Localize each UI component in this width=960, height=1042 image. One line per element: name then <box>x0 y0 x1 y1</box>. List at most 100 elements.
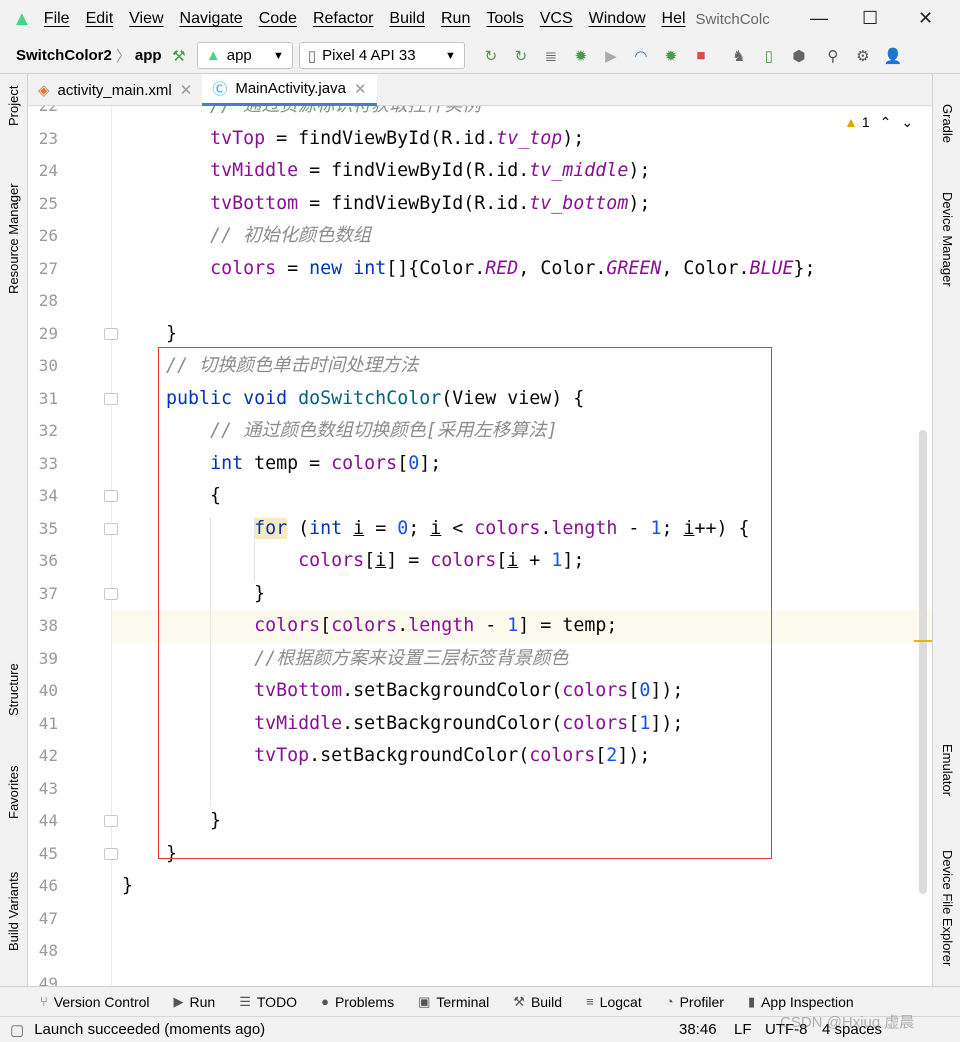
menu-tools[interactable]: Tools <box>482 10 527 28</box>
code-token: BLUE <box>749 257 794 279</box>
device-select[interactable]: ▯ Pixel 4 API 33 ▼ <box>298 42 465 69</box>
line-number: 24 <box>38 161 58 180</box>
line-separator[interactable]: LF <box>734 1021 752 1038</box>
stop-icon[interactable]: ■ <box>689 47 713 64</box>
fold-marker-icon[interactable] <box>104 587 118 600</box>
tool-window-project[interactable]: Project <box>6 86 21 126</box>
inspection-widget[interactable]: ▲ 1 ⌃ ⌄ <box>844 114 913 131</box>
minimize-button[interactable]: — <box>810 8 828 29</box>
fold-marker-icon[interactable] <box>104 815 118 827</box>
code-line: } <box>122 870 133 903</box>
menu-window[interactable]: Window <box>585 10 650 28</box>
tool-window-resource-manager[interactable]: Resource Manager <box>6 183 21 294</box>
code-token: = <box>276 257 310 279</box>
device-manager-icon[interactable]: ▯ <box>757 47 781 65</box>
debug-attach-icon[interactable]: ✹ <box>659 47 683 65</box>
menu-vcs[interactable]: VCS <box>536 10 577 28</box>
tool-window-device-manager[interactable]: Device Manager <box>940 192 955 287</box>
bottom-tool-version-control[interactable]: ⑂ Version Control <box>40 994 150 1010</box>
gear-icon[interactable]: ⚙ <box>851 47 875 65</box>
sdk-manager-icon[interactable]: ⬢ <box>787 47 811 65</box>
tool-window-structure[interactable]: Structure <box>6 663 21 716</box>
vertical-scrollbar[interactable] <box>919 430 927 894</box>
tab-mainactivity-java[interactable]: Ⓒ MainActivity.java ✕ <box>202 74 377 106</box>
menu-refactor[interactable]: Refactor <box>309 10 377 28</box>
apply-code-changes-icon[interactable]: ↻ <box>509 47 533 65</box>
bottom-tool-logcat[interactable]: ≡ Logcat <box>586 994 642 1010</box>
fold-marker-icon[interactable] <box>104 490 118 502</box>
status-toggle-icon[interactable]: ▢ <box>10 1021 24 1039</box>
menu-run[interactable]: Run <box>437 10 474 28</box>
apply-changes-icon[interactable]: ↻ <box>479 47 503 65</box>
bottom-tool-problems[interactable]: ● Problems <box>321 994 394 1010</box>
previous-highlight-icon[interactable]: ⌃ <box>880 114 892 131</box>
profile-icon[interactable]: ◠ <box>629 47 653 65</box>
tool-window-device-file-explorer[interactable]: Device File Explorer <box>940 850 955 966</box>
code-line: // 初始化颜色数组 <box>122 220 371 253</box>
menu-build[interactable]: Build <box>385 10 429 28</box>
menu-view[interactable]: View <box>125 10 167 28</box>
breadcrumb-module[interactable]: app <box>135 47 161 64</box>
search-icon[interactable]: ⚲ <box>821 47 845 65</box>
tab-label: MainActivity.java <box>235 80 346 97</box>
bottom-tool-profiler[interactable]: ◔ Profiler <box>666 994 724 1010</box>
code-token: // 初始化颜色数组 <box>122 225 372 246</box>
line-number: 35 <box>38 518 58 538</box>
close-tab-icon[interactable]: ✕ <box>180 81 193 99</box>
sync-gradle-icon[interactable]: ♞ <box>727 47 751 65</box>
tool-window-favorites[interactable]: Favorites <box>6 766 21 819</box>
code-editor[interactable]: 22 23 24 25 26 27 28 29 30 31 32 33 34 35 36 37 38 39 40 41… <box>28 106 932 986</box>
bottom-tool-todo[interactable]: ☰ TODO <box>239 994 297 1010</box>
code-token: tv_top <box>496 127 563 149</box>
fold-marker-icon[interactable] <box>104 327 118 340</box>
line-number: 22 <box>28 106 58 123</box>
code-token: = findViewById(R.id. <box>265 127 497 149</box>
debug-icon[interactable]: ✹ <box>569 47 593 65</box>
attach-debugger-icon[interactable]: ▶ <box>599 47 623 65</box>
close-window-button[interactable]: ✕ <box>918 8 933 29</box>
menu-file[interactable]: File <box>40 10 74 28</box>
code-token: GREEN <box>606 257 662 279</box>
fold-marker-icon[interactable] <box>104 847 118 860</box>
fold-marker-icon[interactable] <box>104 392 118 405</box>
line-number: 25 <box>38 193 58 213</box>
make-hammer-icon[interactable]: ⚒ <box>167 47 191 65</box>
bottom-tool-terminal[interactable]: ▣ Terminal <box>418 994 489 1010</box>
bottom-tool-label: Logcat <box>599 993 642 1010</box>
menu-navigate[interactable]: Navigate <box>176 10 247 28</box>
menu-code[interactable]: Code <box>255 10 301 28</box>
bottom-tool-label: TODO <box>256 993 298 1010</box>
line-number: 34 <box>38 486 58 505</box>
code-token: ); <box>562 127 585 149</box>
breadcrumb-project[interactable]: SwitchColor2 <box>16 47 112 64</box>
code-token: ); <box>628 160 651 181</box>
status-message: Launch succeeded (moments ago) <box>34 1021 266 1038</box>
bottom-tool-build[interactable]: ⚒ Build <box>513 994 562 1010</box>
code-token: RED <box>485 257 519 279</box>
menu-edit[interactable]: Edit <box>82 10 118 28</box>
avatar[interactable]: 👤 <box>881 47 905 65</box>
caret-position[interactable]: 38:46 <box>679 1021 717 1038</box>
maximize-button[interactable]: ☐ <box>862 8 878 29</box>
next-highlight-icon[interactable]: ⌄ <box>901 114 913 131</box>
menu-hel[interactable]: Hel <box>658 10 690 28</box>
bottom-tool-run[interactable]: ▶ Run <box>174 994 216 1010</box>
code-token: tvBottom <box>210 192 299 214</box>
android-logo-icon: ▲ <box>12 7 32 30</box>
line-number: 37 <box>38 583 58 603</box>
fold-marker-icon[interactable] <box>104 522 118 535</box>
bottom-tool-label: Version Control <box>53 993 150 1010</box>
tool-window-emulator[interactable]: Emulator <box>940 744 955 796</box>
line-number: 29 <box>38 323 58 343</box>
run-config-select[interactable]: ▲ app ▼ <box>196 42 293 69</box>
tab-activity_main-xml[interactable]: ◈ activity_main.xml ✕ <box>28 74 202 106</box>
close-tab-icon[interactable]: ✕ <box>354 80 367 98</box>
rerun-icon[interactable]: ≣ <box>539 47 563 65</box>
bottom-tool-app-inspection[interactable]: ▮ App Inspection <box>748 994 854 1010</box>
code-token: new <box>309 257 343 279</box>
tool-window-gradle[interactable]: Gradle <box>940 104 955 143</box>
tool-window-build-variants[interactable]: Build Variants <box>6 872 21 951</box>
